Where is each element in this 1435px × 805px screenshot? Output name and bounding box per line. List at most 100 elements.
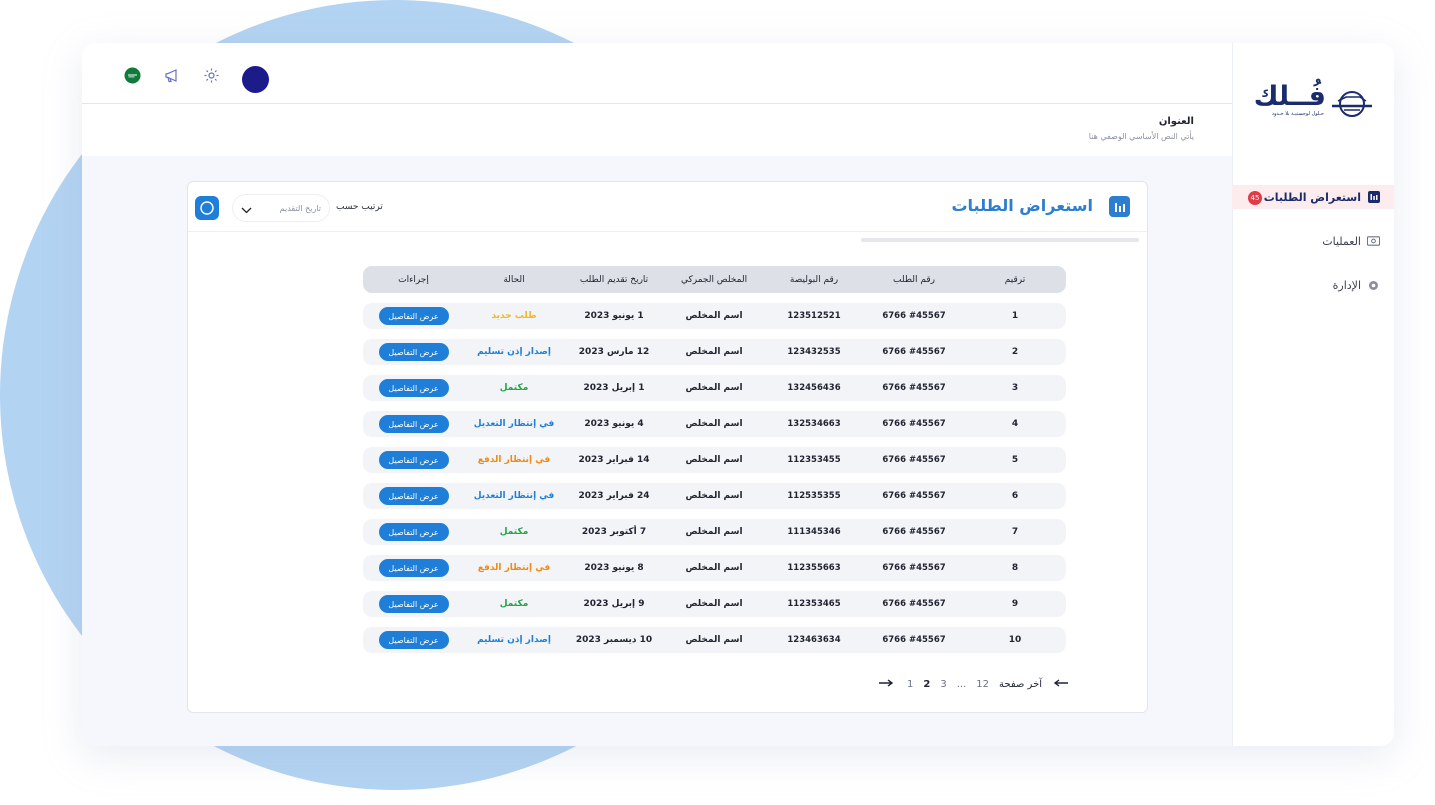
view-details-button[interactable]: عرض التفاصيل — [378, 523, 449, 541]
cell-policy-number: 112353465 — [787, 599, 841, 609]
cell-number: 6 — [1011, 491, 1019, 501]
gear-icon — [1367, 279, 1380, 292]
view-details-button[interactable]: عرض التفاصيل — [378, 595, 449, 613]
page-heading: العنوان يأتي النص الأساسي الوصفي هنا — [1089, 116, 1194, 141]
cell-number: 9 — [1011, 599, 1019, 609]
cell-order-number: #45567 6766 — [882, 419, 946, 429]
arrow-left-icon[interactable] — [1053, 679, 1069, 690]
cell-customs-broker: اسم المخلص — [685, 383, 743, 393]
page-3[interactable]: 3 — [940, 679, 946, 690]
cell-order-number: #45567 6766 — [882, 383, 946, 393]
cell-policy-number: 112535355 — [787, 491, 841, 501]
sidebar-item-administration[interactable]: الإدارة — [1232, 273, 1394, 297]
page-subtitle: يأتي النص الأساسي الوصفي هنا — [1088, 132, 1194, 141]
cell-customs-broker: اسم المخلص — [685, 563, 743, 573]
cell-submit-date: 10 ديسمبر 2023 — [575, 635, 653, 645]
cell-customs-broker: اسم المخلص — [685, 455, 743, 465]
header-actions: إجراءات — [398, 274, 429, 285]
view-details-button[interactable]: عرض التفاصيل — [378, 451, 449, 469]
cell-status: مكتمل — [464, 599, 564, 609]
cell-order-number: #45567 6766 — [882, 635, 946, 645]
megaphone-icon[interactable] — [162, 65, 182, 85]
cell-submit-date: 8 يونيو 2023 — [584, 563, 644, 573]
cell-order-number: #45567 6766 — [882, 563, 946, 573]
cell-order-number: #45567 6766 — [882, 599, 946, 609]
logo-title: فُــلك — [1253, 81, 1326, 112]
sidebar-item-label: الإدارة — [1332, 278, 1361, 292]
page-1[interactable]: 1 — [907, 679, 913, 690]
table-row: 9 #45567 6766 112353465 اسم المخلص 9 إبريل 2… — [363, 591, 1066, 617]
page-12[interactable]: 12 — [976, 679, 989, 690]
cell-customs-broker: اسم المخلص — [685, 491, 743, 501]
cell-submit-date: 9 إبريل 2023 — [583, 599, 645, 609]
cell-number: 1 — [1011, 311, 1019, 321]
header-status: الحالة — [503, 274, 525, 285]
table-header-row: ترقيم رقم الطلب رقم البوليصة المخلص الجم… — [363, 266, 1066, 293]
status-badge: في إنتظار الدفع — [477, 563, 551, 573]
cell-number: 10 — [1008, 635, 1022, 645]
header-order-number: رقم الطلب — [893, 274, 935, 285]
sidebar-item-operations[interactable]: العمليات — [1232, 229, 1394, 253]
cell-submit-date: 14 فبراير 2023 — [578, 455, 650, 465]
header-number: ترقيم — [1004, 274, 1026, 285]
cell-number: 7 — [1011, 527, 1019, 537]
logo[interactable]: فُــلك حـلول لوجستيـة بلا حـدود — [1250, 81, 1374, 123]
cell-status: في إنتظار التعديل — [464, 491, 564, 501]
app-window: العنوان يأتي النص الأساسي الوصفي هنا است… — [82, 43, 1394, 746]
arrow-right-icon[interactable] — [878, 679, 894, 690]
status-badge: في إنتظار التعديل — [473, 419, 555, 429]
table-row: 5 #45567 6766 112353455 اسم المخلص 14 فبراير… — [363, 447, 1066, 473]
bar-chart-icon — [1367, 191, 1380, 204]
sort-select[interactable]: تاريخ التقديم — [232, 194, 330, 222]
view-details-button[interactable]: عرض التفاصيل — [378, 559, 449, 577]
cell-policy-number: 132534663 — [787, 419, 841, 429]
cell-customs-broker: اسم المخلص — [685, 419, 743, 429]
status-badge: إصدار إذن تسليم — [477, 635, 551, 645]
page-2[interactable]: 2 — [923, 679, 930, 690]
view-details-button[interactable]: عرض التفاصيل — [378, 307, 449, 325]
cell-submit-date: 1 يونيو 2023 — [584, 311, 644, 321]
table-row: 6 #45567 6766 112535355 اسم المخلص 24 فبراير… — [363, 483, 1066, 509]
view-details-button[interactable]: عرض التفاصيل — [378, 487, 449, 505]
cell-actions: عرض التفاصيل — [363, 631, 464, 649]
cell-actions: عرض التفاصيل — [363, 379, 464, 397]
cell-status: إصدار إذن تسليم — [464, 347, 564, 357]
status-badge: إصدار إذن تسليم — [477, 347, 551, 357]
table-row: 3 #45567 6766 132456436 اسم المخلص 1 إبريل 2… — [363, 375, 1066, 401]
cell-policy-number: 123512521 — [787, 311, 841, 321]
cell-submit-date: 7 أكتوبر 2023 — [581, 527, 647, 537]
view-details-button[interactable]: عرض التفاصيل — [378, 343, 449, 361]
cell-actions: عرض التفاصيل — [363, 487, 464, 505]
cell-submit-date: 12 مارس 2023 — [578, 347, 650, 357]
money-icon — [1367, 235, 1380, 248]
page-ellipsis: ... — [956, 679, 967, 690]
view-details-button[interactable]: عرض التفاصيل — [378, 631, 449, 649]
saudi-flag-icon[interactable] — [122, 65, 142, 85]
status-badge: مكتمل — [499, 527, 529, 537]
cell-number: 5 — [1011, 455, 1019, 465]
scroll-progress-bar — [861, 238, 1139, 242]
cell-number: 8 — [1011, 563, 1019, 573]
table-row: 7 #45567 6766 111345346 اسم المخلص 7 أكتوبر … — [363, 519, 1066, 545]
avatar[interactable] — [242, 66, 269, 93]
cell-policy-number: 123432535 — [787, 347, 841, 357]
cell-order-number: #45567 6766 — [882, 527, 946, 537]
gear-icon[interactable] — [201, 65, 221, 85]
status-badge: مكتمل — [499, 383, 529, 393]
table-row: 4 #45567 6766 132534663 اسم المخلص 4 يونيو 2… — [363, 411, 1066, 437]
view-details-button[interactable]: عرض التفاصيل — [378, 379, 449, 397]
status-badge: في إنتظار التعديل — [473, 491, 555, 501]
cell-customs-broker: اسم المخلص — [685, 311, 743, 321]
status-badge: مكتمل — [499, 599, 529, 609]
cell-number: 4 — [1011, 419, 1019, 429]
search-button[interactable] — [195, 196, 219, 220]
sidebar-item-requests[interactable]: 45 استعراض الطلبات — [1232, 185, 1394, 209]
sidebar-item-label: استعراض الطلبات — [1263, 190, 1361, 204]
cell-status: مكتمل — [464, 383, 564, 393]
last-page-link[interactable]: آخر صفحة — [999, 679, 1042, 690]
cell-order-number: #45567 6766 — [882, 455, 946, 465]
view-details-button[interactable]: عرض التفاصيل — [378, 415, 449, 433]
cell-status: طلب جديد — [464, 311, 564, 321]
cell-customs-broker: اسم المخلص — [685, 635, 743, 645]
cell-status: في إنتظار الدفع — [464, 455, 564, 465]
